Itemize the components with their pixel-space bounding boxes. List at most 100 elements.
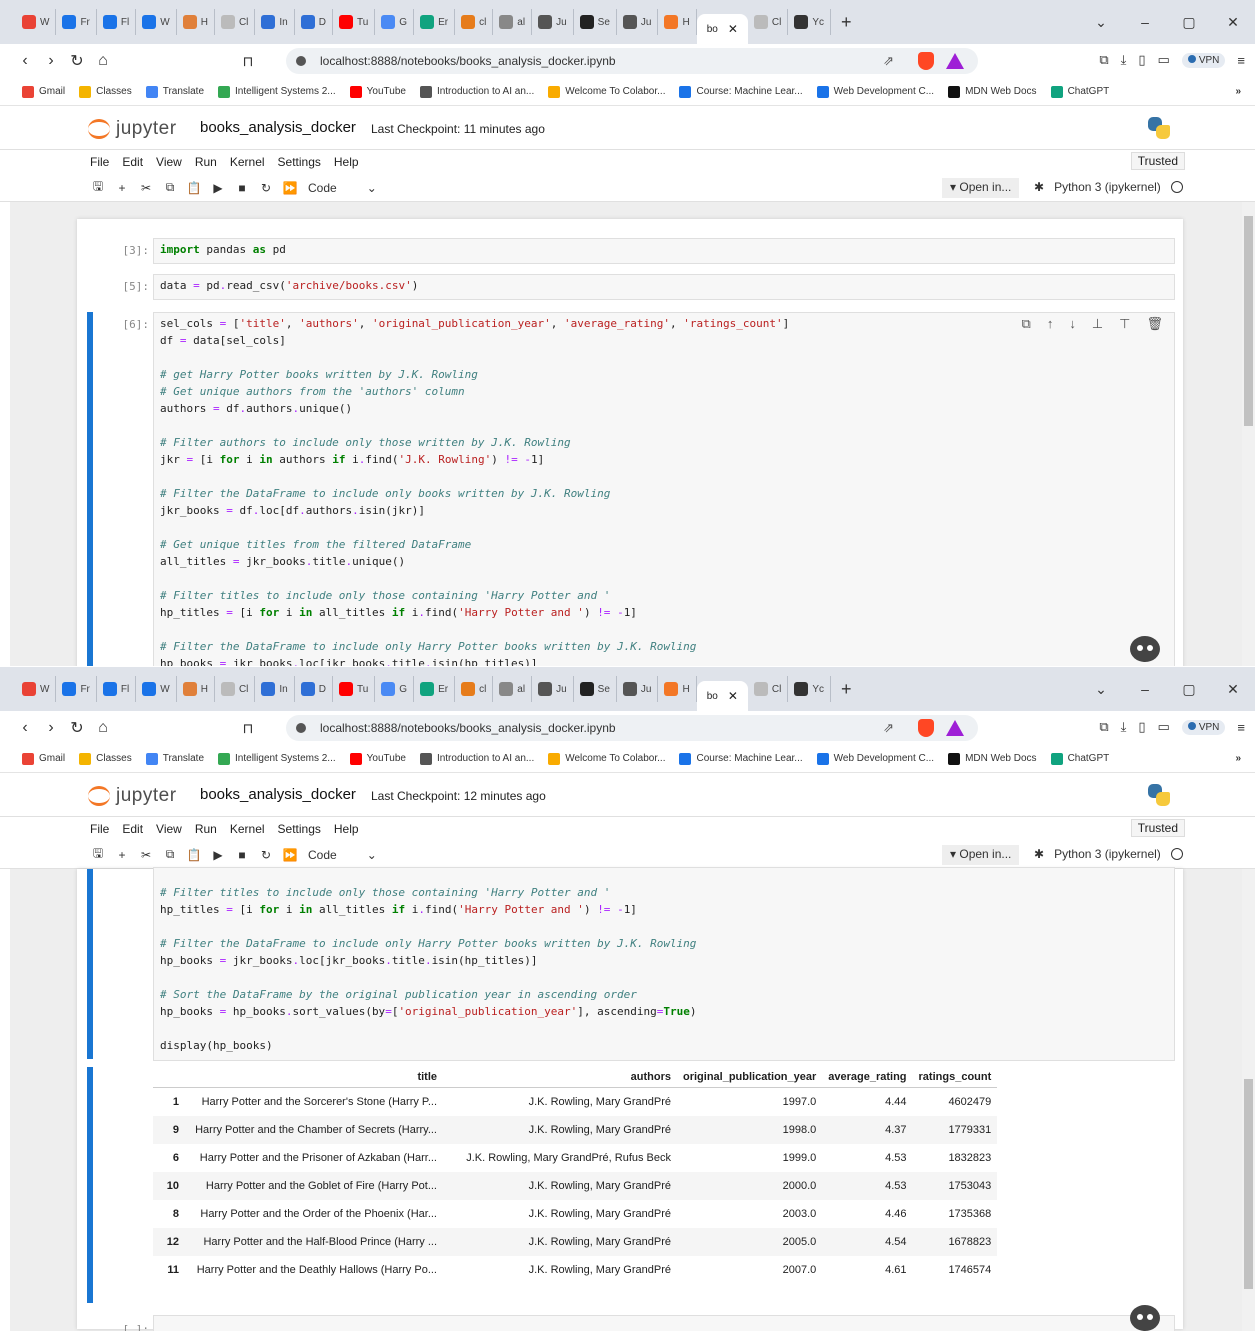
browser-tab[interactable]: H bbox=[177, 9, 215, 35]
run-all-icon[interactable]: ⏩ bbox=[278, 181, 302, 195]
trusted-badge[interactable]: Trusted bbox=[1130, 152, 1185, 170]
url-field[interactable]: localhost:8888/notebooks/books_analysis_… bbox=[286, 48, 978, 74]
new-tab-button[interactable]: + bbox=[831, 12, 862, 33]
bookmark-item[interactable]: Course: Machine Lear... bbox=[679, 752, 803, 765]
cell-input[interactable]: import pandas as pd bbox=[153, 238, 1175, 264]
browser-tab[interactable]: Ju bbox=[617, 9, 659, 35]
browser-tab[interactable]: W bbox=[136, 9, 177, 35]
browser-tab[interactable]: H bbox=[658, 9, 697, 35]
browser-tab[interactable]: Fr bbox=[56, 676, 97, 702]
browser-tab[interactable]: H bbox=[658, 676, 697, 702]
share-icon[interactable]: ⇗ bbox=[883, 720, 894, 736]
menu-item[interactable]: File bbox=[90, 822, 109, 836]
bookmark-item[interactable]: YouTube bbox=[349, 752, 406, 765]
save-icon[interactable]: 🖫 bbox=[86, 844, 110, 865]
menu-item[interactable]: Edit bbox=[122, 822, 143, 836]
tab-search-icon[interactable]: ⌄ bbox=[1079, 14, 1123, 31]
paste-icon[interactable]: 📋 bbox=[182, 848, 206, 862]
download-icon[interactable]: ⤓ bbox=[1121, 52, 1127, 68]
bookmark-item[interactable]: Classes bbox=[79, 85, 132, 98]
notebook-scrollbar[interactable] bbox=[1242, 202, 1255, 666]
browser-tab[interactable]: H bbox=[177, 676, 215, 702]
run-icon[interactable]: ▶ bbox=[206, 181, 230, 195]
browser-tab[interactable]: In bbox=[255, 9, 295, 35]
debugger-icon[interactable]: ✱ bbox=[1034, 180, 1044, 194]
copy-icon[interactable]: ⧉ bbox=[158, 180, 182, 195]
bookmark-item[interactable]: Course: Machine Lear... bbox=[679, 85, 803, 98]
browser-tab[interactable]: W bbox=[136, 676, 177, 702]
cell-type-select[interactable]: Code ⌄ bbox=[308, 181, 377, 195]
share-icon[interactable]: ⇗ bbox=[883, 53, 894, 69]
browser-tab[interactable]: Yc bbox=[788, 9, 831, 35]
reload-icon[interactable]: ↻ bbox=[64, 718, 90, 738]
site-info-icon[interactable] bbox=[296, 56, 306, 66]
duplicate-cell-icon[interactable]: ⧉ bbox=[1022, 316, 1031, 332]
menu-item[interactable]: Help bbox=[334, 155, 359, 169]
back-icon[interactable]: ‹ bbox=[12, 52, 38, 70]
browser-tab[interactable]: al bbox=[493, 676, 533, 702]
menu-icon[interactable]: ≡ bbox=[1237, 720, 1245, 735]
run-all-icon[interactable]: ⏩ bbox=[278, 848, 302, 862]
gnome-icon[interactable] bbox=[1130, 636, 1160, 662]
menu-item[interactable]: View bbox=[156, 155, 182, 169]
stop-icon[interactable]: ■ bbox=[230, 181, 254, 195]
url-field[interactable]: localhost:8888/notebooks/books_analysis_… bbox=[286, 715, 978, 741]
wallet-icon[interactable]: ▭ bbox=[1158, 719, 1170, 735]
bookmarks-overflow-icon[interactable]: » bbox=[1235, 86, 1241, 97]
browser-tab[interactable]: D bbox=[295, 676, 333, 702]
tab-search-icon[interactable]: ⌄ bbox=[1079, 681, 1123, 698]
run-icon[interactable]: ▶ bbox=[206, 848, 230, 862]
cell-type-select[interactable]: Code ⌄ bbox=[308, 848, 377, 862]
browser-tab[interactable]: al bbox=[493, 9, 533, 35]
move-down-icon[interactable]: ↓ bbox=[1069, 316, 1076, 332]
browser-tab[interactable]: G bbox=[375, 676, 415, 702]
browser-tab[interactable]: Cl bbox=[748, 9, 789, 35]
bookmark-icon[interactable]: ⊓ bbox=[236, 53, 260, 70]
bookmark-item[interactable]: Gmail bbox=[22, 752, 65, 765]
bookmark-item[interactable]: ChatGPT bbox=[1050, 85, 1109, 98]
menu-item[interactable]: Help bbox=[334, 822, 359, 836]
code-cell-6[interactable]: [6]: sel_cols = ['title', 'authors', 'or… bbox=[77, 312, 1183, 666]
kernel-status[interactable]: ✱ Python 3 (ipykernel) bbox=[1034, 847, 1183, 861]
browser-tab[interactable]: Ju bbox=[617, 676, 659, 702]
browser-tab[interactable]: W bbox=[16, 676, 57, 702]
bookmark-item[interactable]: Web Development C... bbox=[816, 752, 934, 765]
bookmark-item[interactable]: Welcome To Colabor... bbox=[548, 85, 665, 98]
cell-input[interactable] bbox=[153, 1315, 1175, 1331]
gnome-icon[interactable] bbox=[1130, 1305, 1160, 1331]
bookmark-item[interactable]: YouTube bbox=[349, 85, 406, 98]
restart-icon[interactable]: ↻ bbox=[254, 181, 278, 195]
bookmark-icon[interactable]: ⊓ bbox=[236, 720, 260, 737]
bookmark-item[interactable]: Translate bbox=[145, 752, 204, 765]
browser-tab[interactable]: In bbox=[255, 676, 295, 702]
bookmark-item[interactable]: Introduction to AI an... bbox=[419, 85, 534, 98]
browser-tab[interactable]: Ju bbox=[532, 676, 574, 702]
cell-input[interactable]: data = pd.read_csv('archive/books.csv') bbox=[153, 274, 1175, 300]
minimize-icon[interactable]: – bbox=[1123, 681, 1167, 698]
browser-tab[interactable]: Se bbox=[574, 676, 617, 702]
code-cell-5[interactable]: [5]: data = pd.read_csv('archive/books.c… bbox=[77, 274, 1183, 302]
bookmark-item[interactable]: Introduction to AI an... bbox=[419, 752, 534, 765]
browser-tab[interactable]: Fr bbox=[56, 9, 97, 35]
insert-cell-icon[interactable]: + bbox=[110, 181, 134, 195]
cut-icon[interactable]: ✂ bbox=[134, 848, 158, 862]
menu-item[interactable]: Kernel bbox=[230, 155, 265, 169]
cut-icon[interactable]: ✂ bbox=[134, 181, 158, 195]
notebook-name[interactable]: books_analysis_docker bbox=[200, 786, 356, 803]
save-icon[interactable]: 🖫 bbox=[86, 177, 110, 198]
menu-item[interactable]: Settings bbox=[278, 822, 321, 836]
browser-tab[interactable]: cl bbox=[455, 676, 494, 702]
restore-icon[interactable]: ▢ bbox=[1167, 681, 1211, 698]
browser-tab[interactable]: Cl bbox=[215, 676, 256, 702]
forward-icon[interactable]: › bbox=[38, 52, 64, 70]
menu-item[interactable]: File bbox=[90, 155, 109, 169]
browser-tab[interactable]: Cl bbox=[215, 9, 256, 35]
vpn-button[interactable]: VPN bbox=[1181, 52, 1226, 68]
insert-above-icon[interactable]: ⊥ bbox=[1092, 316, 1103, 332]
bookmark-item[interactable]: ChatGPT bbox=[1050, 752, 1109, 765]
bookmark-item[interactable]: Welcome To Colabor... bbox=[548, 752, 665, 765]
bookmark-item[interactable]: MDN Web Docs bbox=[948, 752, 1037, 765]
kernel-status[interactable]: ✱ Python 3 (ipykernel) bbox=[1034, 180, 1183, 194]
restore-icon[interactable]: ▢ bbox=[1167, 14, 1211, 31]
open-in-button[interactable]: ▾ Open in... bbox=[942, 845, 1020, 865]
